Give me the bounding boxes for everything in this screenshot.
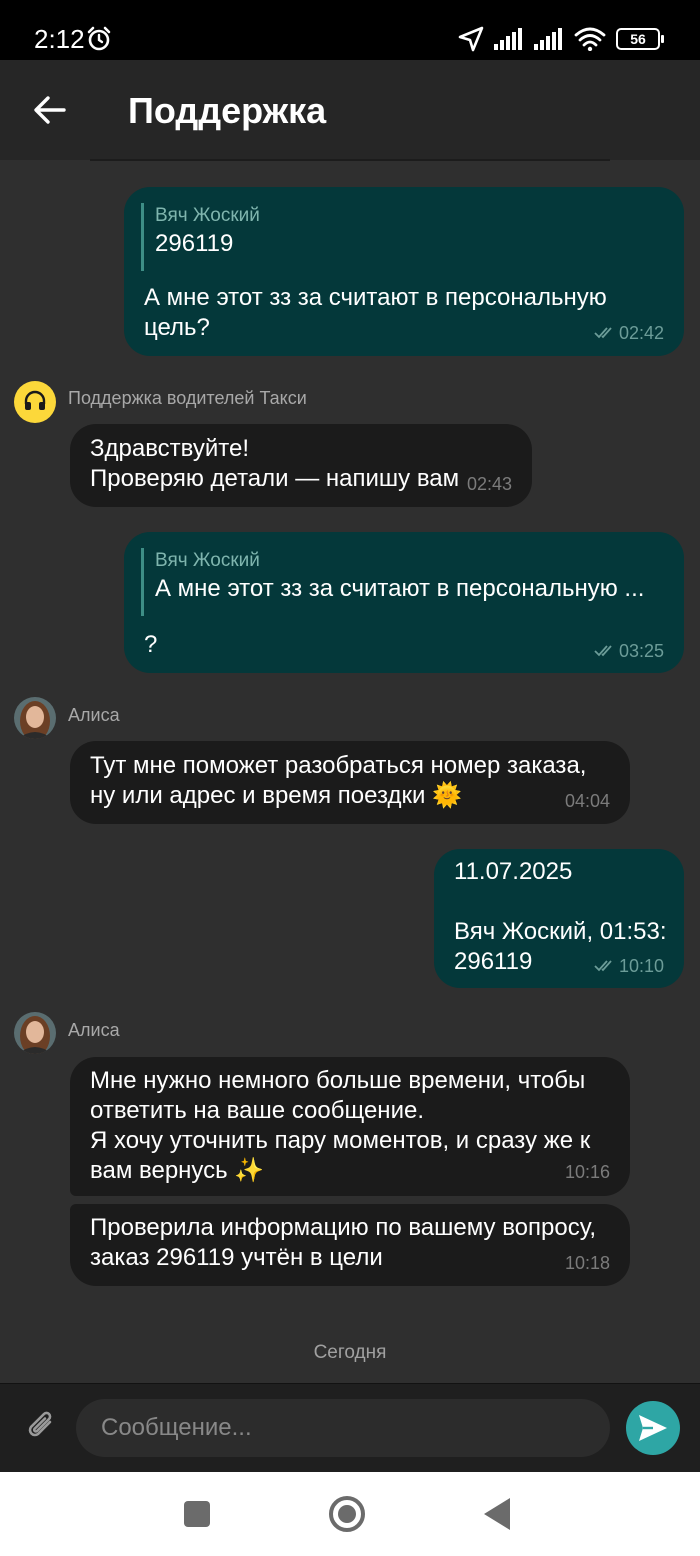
double-check-icon — [594, 327, 612, 339]
support-avatar[interactable] — [14, 381, 56, 423]
message-meta: 02:42 — [594, 318, 664, 348]
sender-name: Алиса — [68, 705, 120, 725]
paperclip-icon[interactable] — [24, 1408, 58, 1444]
message-time: 10:16 — [564, 1162, 610, 1182]
signal-icon-1 — [494, 28, 522, 50]
double-check-icon — [594, 960, 612, 972]
outgoing-message[interactable]: Вяч Жоский 296119 А мне этот зз за счита… — [124, 187, 684, 356]
incoming-message[interactable]: Проверила информацию по вашему вопросу, … — [70, 1204, 630, 1286]
battery-level: 56 — [630, 31, 646, 47]
avatar[interactable] — [14, 697, 56, 739]
message-time: 02:42 — [618, 323, 664, 343]
send-button[interactable] — [626, 1401, 680, 1455]
alisa-avatar-image — [14, 1012, 56, 1054]
double-check-icon — [594, 645, 612, 657]
message-text: Мне нужно немного больше времени, чтобы … — [90, 1067, 591, 1184]
reply-author: Вяч Жоский — [155, 205, 260, 226]
sender-name: Поддержка водителей Такси — [68, 388, 307, 408]
incoming-message[interactable]: Здравствуйте! Проверяю детали — напишу в… — [70, 424, 532, 507]
back-button[interactable] — [484, 1498, 510, 1530]
reply-text: 296119 — [155, 230, 234, 257]
status-time: 2:12 — [34, 24, 85, 54]
reply-text: А мне этот зз за считают в персональную … — [155, 575, 645, 602]
message-text: Проверила информацию по вашему вопросу, … — [90, 1214, 596, 1271]
system-nav-bar — [0, 1472, 700, 1556]
message-input[interactable] — [76, 1399, 610, 1457]
location-icon — [458, 26, 484, 52]
message-meta: 10:10 — [594, 951, 664, 981]
message-time: 03:25 — [618, 641, 664, 661]
message-text: А мне этот зз за считают в персональную … — [144, 284, 607, 341]
battery-icon: 56 — [616, 28, 664, 50]
message-text: Здравствуйте! Проверяю детали — напишу в… — [90, 435, 460, 492]
page-title: Поддержка — [128, 90, 327, 131]
message-text: Тут мне поможет разобраться номер заказа… — [90, 752, 587, 809]
incoming-message[interactable]: Мне нужно немного больше времени, чтобы … — [70, 1057, 630, 1196]
date-separator: Сегодня — [313, 1342, 387, 1363]
home-button[interactable] — [329, 1496, 365, 1532]
outgoing-message[interactable]: Вяч Жоский А мне этот зз за считают в пе… — [124, 532, 684, 673]
status-bar: 2:12 56 — [0, 0, 700, 60]
reply-quote[interactable]: Вяч Жоский А мне этот зз за считают в пе… — [141, 548, 644, 616]
message-time: 02:43 — [466, 474, 512, 494]
headset-icon — [24, 390, 46, 410]
message-meta: 03:25 — [594, 636, 664, 666]
recent-apps-button[interactable] — [184, 1501, 210, 1527]
status-icons: 56 — [458, 24, 664, 54]
alisa-avatar-image — [14, 697, 56, 739]
reply-quote[interactable]: Вяч Жоский 296119 — [141, 203, 260, 271]
alarm-icon — [87, 26, 111, 51]
avatar[interactable] — [14, 1012, 56, 1054]
reply-author: Вяч Жоский — [155, 550, 260, 571]
incoming-message[interactable]: Тут мне поможет разобраться номер заказа… — [70, 741, 630, 824]
wifi-icon — [574, 27, 606, 51]
app-header: Поддержка — [0, 60, 700, 160]
message-text: ? — [144, 631, 158, 658]
send-icon — [639, 1415, 667, 1441]
message-time: 10:18 — [564, 1253, 610, 1273]
sender-name: Алиса — [68, 1020, 120, 1040]
signal-icon-2 — [534, 28, 562, 50]
message-time: 10:10 — [618, 956, 664, 976]
chat-screen: 2:12 56 Поддержка Вяч Жоский 296119 А мн… — [0, 0, 700, 1556]
outgoing-message[interactable]: 11.07.2025 Вяч Жоский, 01:53: 296119 10:… — [434, 849, 684, 988]
back-arrow-icon[interactable] — [30, 88, 70, 132]
composer-bar — [0, 1383, 700, 1472]
message-time: 04:04 — [564, 791, 610, 811]
divider — [90, 159, 610, 161]
